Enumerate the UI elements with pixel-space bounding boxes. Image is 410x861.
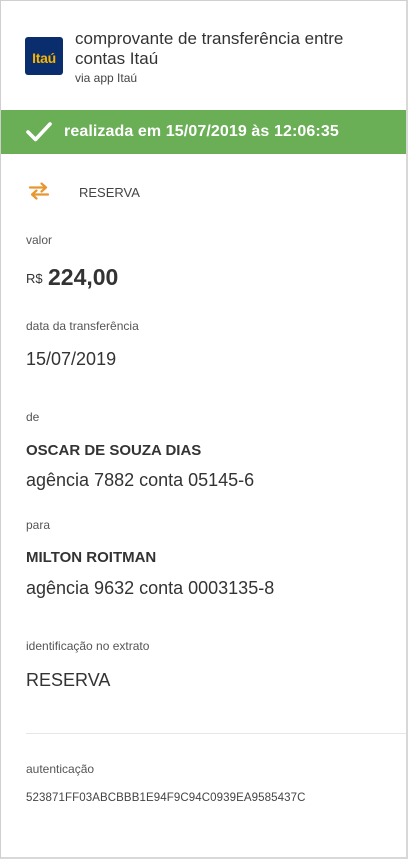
receipt-subtitle: via app Itaú [75,71,138,85]
to-label: para [26,518,51,532]
statement-label: identificação no extrato [26,639,150,653]
statement-value: RESERVA [26,670,111,690]
from-name: OSCAR DE SOUZA DIAS [26,442,202,459]
authentication-label: autenticação [26,762,95,776]
divider [26,733,406,734]
to-name: MILTON ROITMAN [26,549,157,566]
receipt-header: Itaú comprovante de transferência entre … [1,1,406,109]
to-account: agência 9632 conta 0003135-8 [26,578,275,598]
transfer-description: RESERVA [79,185,140,200]
amount-label: valor [26,233,53,247]
amount-currency: R$ [26,271,43,286]
check-icon [26,122,52,142]
from-label: de [26,410,40,424]
date-value: 15/07/2019 [26,349,117,369]
transfer-type-row: RESERVA [1,181,406,205]
itau-logo: Itaú [25,37,63,75]
receipt-screen: Itaú comprovante de transferência entre … [0,0,408,859]
from-account: agência 7882 conta 05145-6 [26,470,255,490]
amount-value: 224,00 [48,264,119,290]
receipt-title: comprovante de transferência entre conta… [75,29,344,68]
authentication-code: 523871FF03ABCBBB1E94F9C94C0939EA9585437C [26,792,306,804]
transfer-arrows-icon [28,182,50,200]
itau-logo-text: Itaú [32,50,56,66]
date-label: data da transferência [26,319,139,333]
status-text: realizada em 15/07/2019 às 12:06:35 [64,123,339,140]
status-banner: realizada em 15/07/2019 às 12:06:35 [1,110,406,154]
